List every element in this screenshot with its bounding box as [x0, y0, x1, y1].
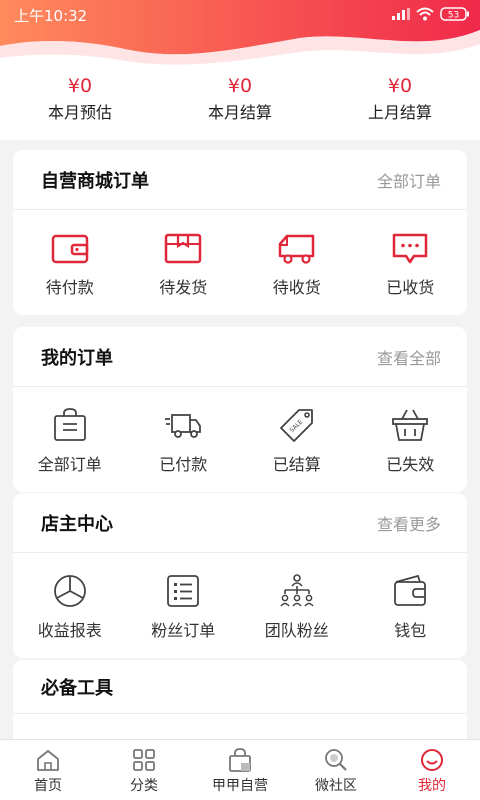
basket-icon — [392, 409, 429, 441]
view-more-link[interactable]: 查看更多 — [377, 511, 441, 535]
grid-label: 收益报表 — [37, 621, 102, 640]
order-invalid[interactable]: 已失效 — [354, 387, 468, 492]
grid-label: 粉丝订单 — [151, 621, 216, 640]
header: 上午10:32 53 ¥0 本月预估 ¥0 本月结算 ¥0 上月结算 — [0, 0, 480, 140]
pie-chart-icon — [53, 575, 86, 607]
battery-icon: 53 — [440, 7, 469, 21]
list-icon — [167, 575, 200, 607]
status-time: 上午10:32 — [14, 7, 88, 25]
card-header: 必备工具 — [13, 660, 467, 714]
wallet-icon — [51, 234, 88, 264]
earnings-value: ¥0 — [227, 75, 253, 97]
wifi-icon — [416, 7, 434, 21]
earnings-item-settled[interactable]: ¥0 本月结算 — [160, 72, 320, 124]
order-pending-payment[interactable]: 待付款 — [13, 210, 127, 315]
earnings-value: ¥0 — [387, 75, 413, 97]
order-received[interactable]: 已收货 — [354, 210, 468, 315]
tab-self-mall[interactable]: 甲甲自营 — [192, 740, 288, 800]
team-fans[interactable]: 团队粉丝 — [240, 553, 354, 658]
tab-community[interactable]: 微社区 — [288, 740, 384, 800]
fan-orders[interactable]: 粉丝订单 — [127, 553, 241, 658]
grid-label: 已结算 — [272, 455, 321, 474]
grid-label: 待付款 — [45, 278, 94, 297]
grid-label: 待收货 — [272, 278, 321, 297]
card-header: 我的订单 查看全部 — [13, 327, 467, 387]
earnings-label: 上月结算 — [367, 103, 432, 122]
tab-category[interactable]: 分类 — [96, 740, 192, 800]
grid-label: 待发货 — [159, 278, 208, 297]
tab-home[interactable]: 首页 — [0, 740, 96, 800]
card-grid: 待付款 待发货 待收货 已收货 — [13, 210, 467, 315]
sale-tag-icon: SALE — [279, 409, 313, 442]
card-title: 必备工具 — [41, 678, 113, 699]
tab-label: 首页 — [34, 778, 62, 794]
card-grid: 全部订单 已付款 SALE 已结算 已失效 — [13, 387, 467, 492]
card-title: 店主中心 — [41, 514, 113, 535]
tab-label: 分类 — [130, 778, 158, 794]
grid-label: 钱包 — [394, 621, 427, 640]
status-icons: 53 — [392, 7, 470, 21]
shop-owner-card: 店主中心 查看更多 收益报表 粉丝订单 团队粉丝 钱包 — [13, 493, 467, 658]
grid-label: 团队粉丝 — [264, 621, 329, 640]
grid-label: 全部订单 — [37, 455, 102, 474]
all-orders-link[interactable]: 全部订单 — [377, 168, 441, 192]
grid-label: 已失效 — [386, 455, 435, 474]
order-paid[interactable]: 已付款 — [127, 387, 241, 492]
profile-icon — [421, 749, 443, 771]
card-header: 自营商城订单 全部订单 — [13, 150, 467, 210]
self-orders-card: 自营商城订单 全部订单 待付款 待发货 待收货 已收货 — [13, 150, 467, 315]
earnings-item-last-month[interactable]: ¥0 上月结算 — [320, 72, 480, 124]
chat-bubble-icon — [393, 233, 428, 264]
team-tree-icon — [280, 574, 314, 607]
tab-mine[interactable]: 我的 — [384, 740, 480, 800]
earnings-item-estimate[interactable]: ¥0 本月预估 — [0, 72, 160, 124]
tab-label: 我的 — [418, 778, 446, 794]
grid-icon — [133, 749, 155, 771]
card-grid: 收益报表 粉丝订单 团队粉丝 钱包 — [13, 553, 467, 658]
earnings-label: 本月结算 — [207, 103, 272, 122]
card-title: 自营商城订单 — [41, 171, 149, 192]
community-search-icon — [325, 749, 347, 771]
my-orders-card: 我的订单 查看全部 全部订单 已付款 SALE 已结算 已失效 — [13, 327, 467, 492]
order-pending-shipment[interactable]: 待发货 — [127, 210, 241, 315]
tab-label: 微社区 — [315, 778, 357, 794]
tools-card: 必备工具 — [13, 660, 467, 750]
truck-icon — [278, 234, 314, 264]
status-bar: 上午10:32 53 — [0, 0, 480, 30]
earnings-value: ¥0 — [67, 75, 93, 97]
order-all[interactable]: 全部订单 — [13, 387, 127, 492]
view-all-link[interactable]: 查看全部 — [377, 345, 441, 369]
earnings-label: 本月预估 — [47, 103, 112, 122]
tab-label: 甲甲自营 — [212, 778, 268, 794]
wallet[interactable]: 钱包 — [354, 553, 468, 658]
signal-icon — [392, 8, 410, 20]
grid-label: 已付款 — [159, 455, 208, 474]
card-header: 店主中心 查看更多 — [13, 493, 467, 553]
home-icon — [37, 750, 59, 771]
delivery-truck-icon — [165, 414, 202, 438]
earnings-report[interactable]: 收益报表 — [13, 553, 127, 658]
shopping-bag-icon — [53, 408, 86, 441]
battery-level: 53 — [448, 11, 459, 21]
package-icon — [165, 233, 202, 264]
earnings-summary: ¥0 本月预估 ¥0 本月结算 ¥0 上月结算 — [0, 72, 480, 124]
grid-label: 已收货 — [386, 278, 435, 297]
order-pending-receipt[interactable]: 待收货 — [240, 210, 354, 315]
order-settled[interactable]: SALE 已结算 — [240, 387, 354, 492]
wallet-outline-icon — [394, 574, 427, 606]
shopping-bag-icon — [229, 748, 251, 772]
bottom-tab-bar: 首页 分类 甲甲自营 微社区 我的 — [0, 739, 480, 800]
card-title: 我的订单 — [41, 348, 113, 369]
